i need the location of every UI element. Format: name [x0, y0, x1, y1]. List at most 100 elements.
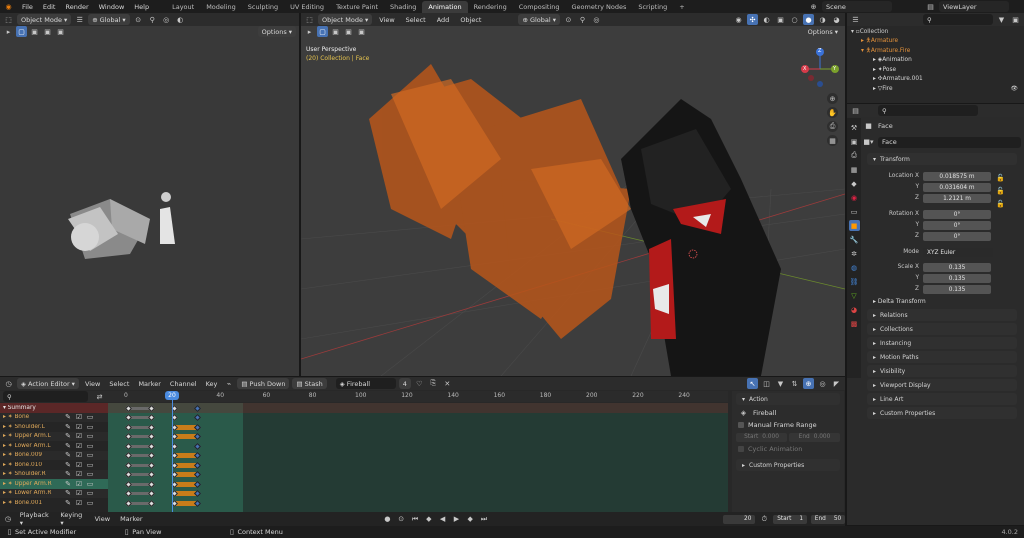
- rotation-z-field[interactable]: 0°: [923, 232, 991, 241]
- select-intersect-icon[interactable]: ▣: [55, 26, 66, 37]
- only-selected-icon[interactable]: ↖: [747, 378, 758, 389]
- editor-type-icon[interactable]: ☰: [850, 14, 861, 25]
- menu-playback[interactable]: Playback ▾: [17, 511, 54, 527]
- wrench-icon[interactable]: ✎: [64, 497, 72, 508]
- record-icon[interactable]: ●: [383, 514, 393, 525]
- outliner[interactable]: ☰ ⚲ ▼ ▣ ▾ ▫ Collection ▸ 🯅 Armature ▾ 🯅 …: [847, 13, 1024, 103]
- normalize-icon[interactable]: ⇅: [789, 378, 800, 389]
- tab-geometry-nodes[interactable]: Geometry Nodes: [566, 1, 633, 13]
- tab-modeling[interactable]: Modeling: [200, 1, 242, 13]
- material-shading-icon[interactable]: ◑: [817, 14, 828, 25]
- push-down-button[interactable]: ▤ Push Down: [237, 378, 290, 389]
- outliner-row-armature-001[interactable]: ▸ ✣ Armature.001: [847, 75, 1024, 85]
- modifier-tab-icon[interactable]: 🔧: [849, 234, 860, 245]
- outliner-row-armature[interactable]: ▸ 🯅 Armature: [847, 37, 1024, 47]
- outliner-row-armature-fire[interactable]: ▾ 🯅 Armature.Fire: [847, 46, 1024, 56]
- playhead-line[interactable]: [172, 391, 173, 512]
- menu-marker[interactable]: Marker: [117, 515, 145, 523]
- new-collection-icon[interactable]: ▣: [1010, 14, 1021, 25]
- constraints-tab-icon[interactable]: ⛓: [849, 276, 860, 287]
- viewlayer-field[interactable]: ViewLayer: [939, 1, 1009, 12]
- tab-layout[interactable]: Layout: [166, 1, 200, 13]
- cyclic-row[interactable]: Cyclic Animation: [732, 443, 844, 455]
- editor-type-icon[interactable]: ▤: [850, 105, 861, 116]
- scale-x-field[interactable]: 0.135: [923, 263, 991, 272]
- action-name-field[interactable]: ◈ Fireball: [335, 378, 396, 389]
- object-tab-icon[interactable]: ■: [848, 220, 860, 231]
- menu-view[interactable]: View: [92, 515, 113, 523]
- playhead-frame-badge[interactable]: 20: [165, 391, 179, 400]
- editor-type-icon[interactable]: ◷: [3, 514, 13, 525]
- checkbox-icon[interactable]: ☑: [75, 497, 83, 508]
- cyclic-checkbox[interactable]: [738, 446, 744, 452]
- overlay-toggle-icon[interactable]: ◐: [761, 14, 772, 25]
- panel-line-art[interactable]: ▸ Line Art: [867, 393, 1017, 405]
- action-editor-mode-dropdown[interactable]: ◈ Action Editor ▾: [17, 378, 79, 389]
- delta-transform-header[interactable]: ▸ Delta Transform: [873, 298, 926, 305]
- main-options-button[interactable]: Options ▾: [803, 26, 842, 37]
- visibility-icon[interactable]: ◉: [733, 14, 744, 25]
- filter-icon[interactable]: ▼: [996, 14, 1007, 25]
- ortho-grid-icon[interactable]: ▦: [827, 135, 838, 146]
- panel-motion-paths[interactable]: ▸ Motion Paths: [867, 351, 1017, 363]
- action-editor[interactable]: ◷ ◈ Action Editor ▾ View Select Marker C…: [0, 377, 845, 512]
- output-tab-icon[interactable]: ⎙: [849, 150, 860, 161]
- play-toggle-icon[interactable]: ▸: [304, 26, 315, 37]
- pivot-icon[interactable]: ⊙: [563, 14, 574, 25]
- particles-tab-icon[interactable]: ✲: [849, 248, 860, 259]
- preview-range-icon[interactable]: ⏱: [759, 514, 769, 525]
- play-icon[interactable]: ▶: [452, 514, 462, 525]
- scene-tab-icon[interactable]: ◆: [849, 178, 860, 189]
- editor-type-icon[interactable]: ⬚: [3, 14, 14, 25]
- menu-help[interactable]: Help: [129, 3, 154, 11]
- outliner-row-animation[interactable]: ▸ ◈ Animation: [847, 56, 1024, 66]
- scale-z-field[interactable]: 0.135: [923, 285, 991, 294]
- material-tab-icon[interactable]: ◕: [849, 304, 860, 315]
- zoom-icon[interactable]: ⊕: [827, 93, 838, 104]
- menu-channel[interactable]: Channel: [167, 380, 200, 388]
- object-data-icon[interactable]: ■▾: [863, 137, 874, 148]
- pan-hand-icon[interactable]: ✋: [827, 107, 838, 118]
- menu-object[interactable]: Object: [456, 16, 485, 24]
- proportional-icon[interactable]: ◎: [591, 14, 602, 25]
- lock-icon[interactable]: ▭: [86, 497, 94, 508]
- eye-icon[interactable]: 👁: [1011, 86, 1024, 92]
- channel-row[interactable]: ▸ ✶ Bone.001 ✎ ☑ ▭: [0, 498, 108, 508]
- location-y-field[interactable]: 0.031604 m: [923, 183, 991, 192]
- menu-select[interactable]: Select: [402, 16, 430, 24]
- select-subtract-icon[interactable]: ▣: [42, 26, 53, 37]
- fake-user-icon[interactable]: ♡: [414, 378, 425, 389]
- pivot-icon[interactable]: ⊙: [133, 14, 144, 25]
- menu-edit[interactable]: Edit: [38, 3, 61, 11]
- view-options-icon[interactable]: ◤: [831, 378, 842, 389]
- menu-keying[interactable]: Keying ▾: [57, 511, 87, 527]
- hamburger-menu-icon[interactable]: ☰: [74, 14, 85, 25]
- outliner-search-input[interactable]: ⚲: [923, 14, 993, 25]
- location-z-field[interactable]: 1.2121 m: [923, 194, 991, 203]
- editor-type-icon[interactable]: ⬚: [304, 14, 315, 25]
- auto-snap-icon[interactable]: ⊕: [803, 378, 814, 389]
- scale-y-field[interactable]: 0.135: [923, 274, 991, 283]
- menu-key[interactable]: Key: [203, 380, 221, 388]
- location-x-field[interactable]: 0.018575 m: [923, 172, 991, 181]
- blender-logo-icon[interactable]: ◉: [3, 1, 14, 12]
- menu-view[interactable]: View: [375, 16, 398, 24]
- select-extend-icon[interactable]: ▣: [29, 26, 40, 37]
- tab-sculpting[interactable]: Sculpting: [242, 1, 284, 13]
- menu-marker[interactable]: Marker: [135, 380, 163, 388]
- select-box-icon[interactable]: ▢: [16, 26, 27, 37]
- jump-end-icon[interactable]: ⏭: [479, 514, 489, 525]
- rotation-x-field[interactable]: 0°: [923, 210, 991, 219]
- main-mode-dropdown[interactable]: Object Mode ▾: [318, 14, 373, 25]
- texture-tab-icon[interactable]: ▩: [849, 318, 860, 329]
- properties-search-input[interactable]: ⚲: [878, 105, 978, 116]
- outliner-row-pose[interactable]: ▸ ✦ Pose: [847, 65, 1024, 75]
- range-start-field[interactable]: Start 0.000: [736, 432, 787, 442]
- select-extend-icon[interactable]: ▣: [330, 26, 341, 37]
- object-name-field[interactable]: Face: [878, 136, 1021, 148]
- custom-properties-header[interactable]: ▸ Custom Properties: [736, 459, 840, 471]
- navigation-gizmo[interactable]: Z Y X: [797, 46, 843, 92]
- jump-start-icon[interactable]: ⏮: [410, 514, 420, 525]
- select-box-icon[interactable]: ▢: [317, 26, 328, 37]
- show-errors-icon[interactable]: ◫: [761, 378, 772, 389]
